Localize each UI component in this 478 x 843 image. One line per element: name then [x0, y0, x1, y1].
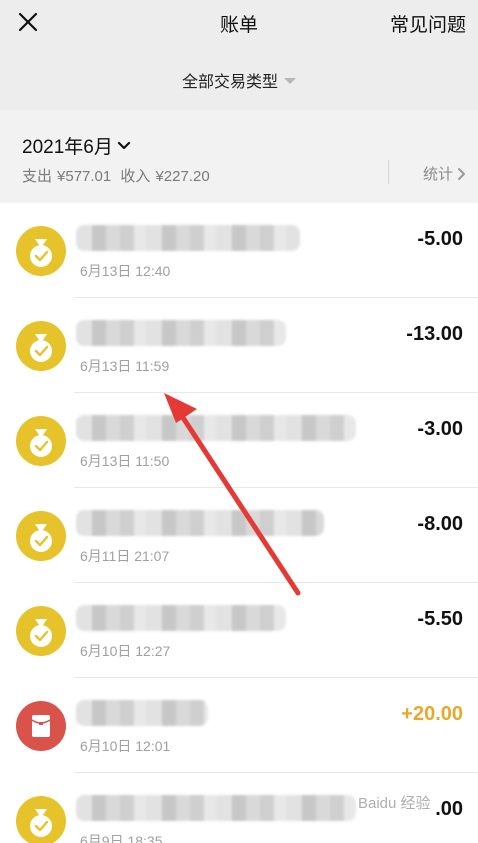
- transaction-row[interactable]: 6月10日 12:27 -5.50: [0, 583, 478, 678]
- transaction-type-filter[interactable]: 全部交易类型: [0, 68, 478, 92]
- transaction-amount: -5.00: [417, 228, 463, 250]
- header-bar: 账单 常见问题 全部交易类型: [0, 0, 478, 110]
- faq-link[interactable]: 常见问题: [390, 10, 466, 37]
- transaction-amount: -13.00: [406, 323, 463, 345]
- transaction-time: 6月13日 11:59: [80, 358, 170, 374]
- transaction-name: [76, 605, 286, 631]
- transaction-time: 6月11日 21:07: [80, 548, 170, 564]
- transaction-amount: .00: [435, 798, 463, 820]
- transaction-name: [76, 795, 356, 821]
- money-bag-icon: [16, 511, 66, 561]
- caret-down-icon: [284, 77, 296, 84]
- transaction-row[interactable]: 6月13日 12:40 -5.00: [0, 203, 478, 298]
- transaction-amount: -5.50: [417, 608, 463, 630]
- money-bag-icon: [16, 321, 66, 371]
- income-amount: ¥227.20: [155, 168, 210, 185]
- transaction-name: [76, 700, 208, 726]
- transaction-list: 6月13日 12:40 -5.00 6月13日 11:59 -13.00 6月1…: [0, 203, 478, 843]
- transaction-row[interactable]: 6月13日 11:59 -13.00: [0, 298, 478, 393]
- chevron-down-icon: [117, 141, 130, 150]
- chevron-right-icon: [458, 168, 465, 181]
- money-bag-icon: [16, 796, 66, 843]
- transaction-row[interactable]: 6月10日 12:01 +20.00: [0, 678, 478, 773]
- transaction-name: [76, 225, 300, 251]
- stats-link[interactable]: 统计: [423, 163, 466, 184]
- transaction-name: [76, 415, 356, 441]
- transaction-name: [76, 320, 286, 346]
- transaction-name: [76, 510, 324, 536]
- month-summary: 2021年6月 支出 ¥577.01 收入 ¥227.20 统计: [0, 110, 478, 203]
- month-label: 2021年6月: [22, 137, 113, 158]
- filter-label: 全部交易类型: [181, 74, 278, 91]
- transaction-time: 6月10日 12:27: [80, 643, 171, 659]
- month-selector[interactable]: 2021年6月: [22, 132, 131, 159]
- transaction-time: 6月10日 12:01: [80, 738, 171, 754]
- income-label: 收入: [120, 168, 151, 185]
- stats-label: 统计: [422, 166, 453, 183]
- money-bag-icon: [16, 606, 66, 656]
- expense-label: 支出: [22, 168, 53, 185]
- totals-line: 支出 ¥577.01 收入 ¥227.20: [22, 165, 215, 186]
- transaction-time: 6月13日 11:50: [80, 453, 170, 469]
- transaction-amount: -8.00: [417, 513, 463, 535]
- money-bag-icon: [16, 226, 66, 276]
- transaction-row[interactable]: 6月13日 11:50 -3.00: [0, 393, 478, 488]
- red-packet-icon: [16, 701, 66, 751]
- transaction-amount: -3.00: [417, 418, 463, 440]
- transaction-row[interactable]: 6月11日 21:07 -8.00: [0, 488, 478, 583]
- money-bag-icon: [16, 416, 66, 466]
- transaction-time: 6月13日 12:40: [80, 263, 171, 279]
- transaction-amount: +20.00: [401, 703, 463, 725]
- divider: [388, 160, 389, 184]
- watermark: Baidu 经验: [358, 795, 431, 812]
- transaction-time: 6月9日 18:35: [80, 833, 163, 843]
- expense-amount: ¥577.01: [57, 168, 112, 185]
